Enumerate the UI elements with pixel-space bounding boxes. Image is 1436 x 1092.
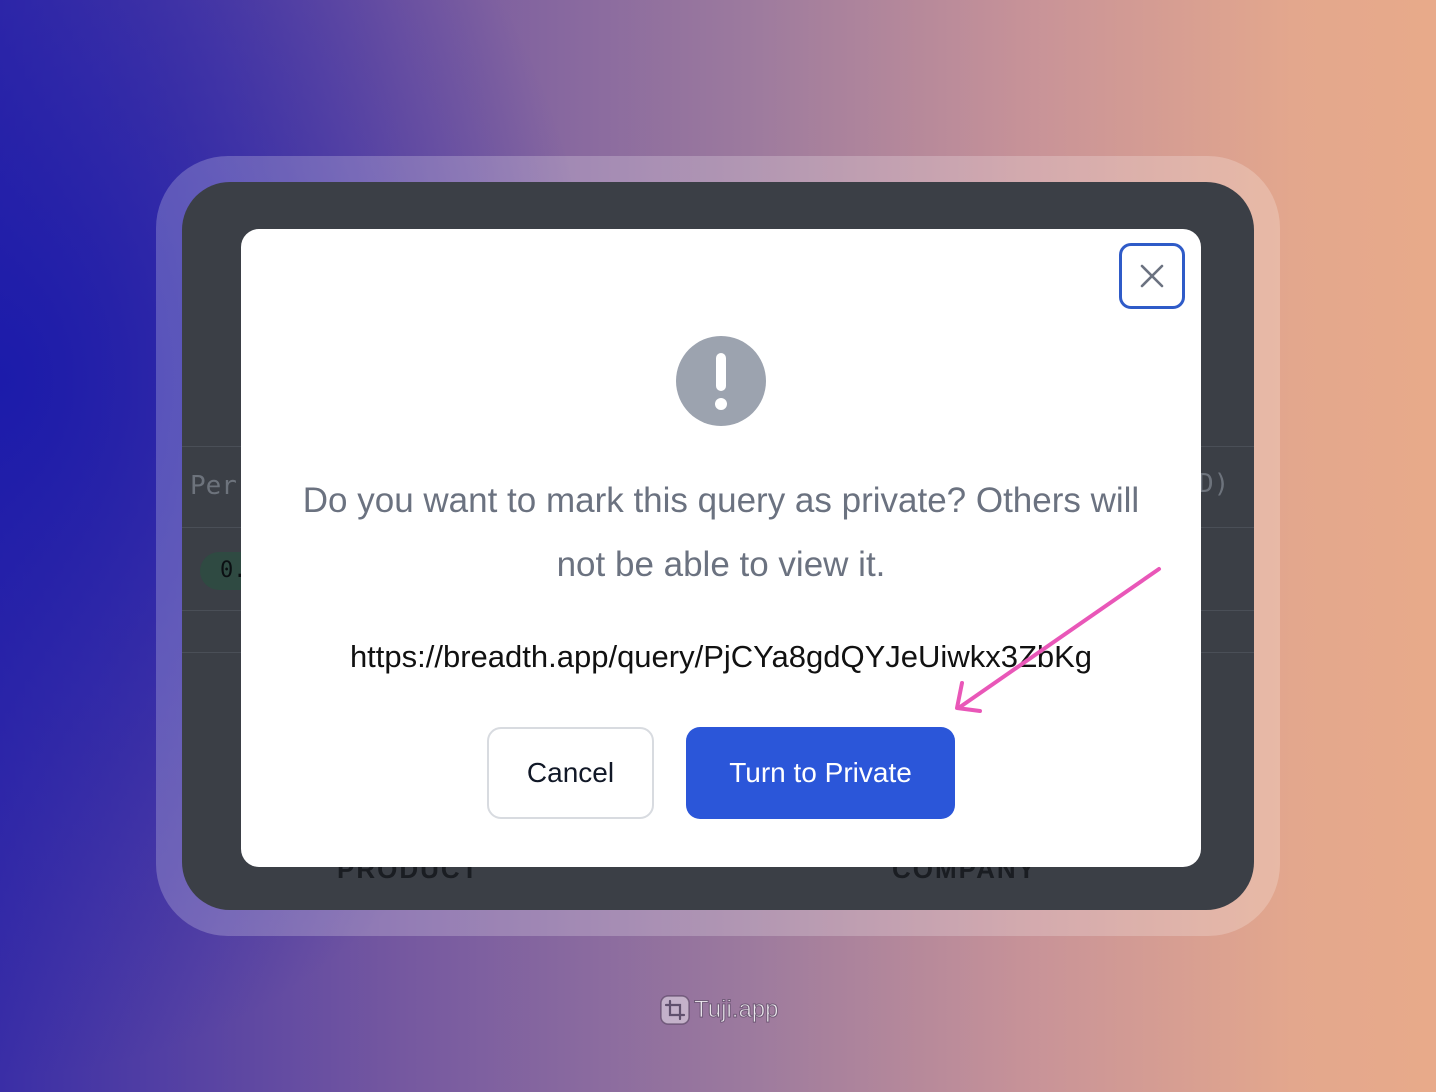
table-header-right: D) bbox=[1198, 469, 1230, 499]
table-header-left: Per bbox=[190, 471, 237, 501]
turn-to-private-button[interactable]: Turn to Private bbox=[686, 727, 955, 819]
watermark: Tuji.app bbox=[660, 994, 779, 1026]
crop-icon bbox=[660, 995, 690, 1025]
close-icon bbox=[1140, 264, 1164, 288]
confirm-private-dialog: Do you want to mark this query as privat… bbox=[241, 229, 1201, 867]
dialog-message: Do you want to mark this query as privat… bbox=[302, 481, 1140, 584]
cancel-button[interactable]: Cancel bbox=[487, 727, 654, 819]
close-button[interactable] bbox=[1119, 243, 1185, 309]
watermark-text: Tuji.app bbox=[694, 996, 779, 1024]
exclamation-circle-icon bbox=[676, 336, 766, 426]
query-url: https://breadth.app/query/PjCYa8gdQYJeUi… bbox=[349, 639, 1093, 674]
